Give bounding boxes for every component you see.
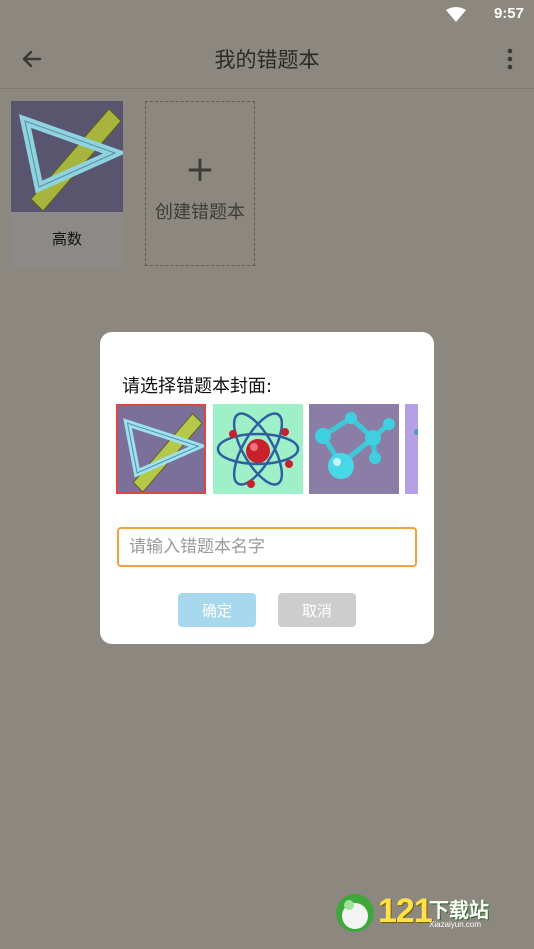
cover-option-partial[interactable]: [405, 404, 418, 494]
cover-thumbnail-icon: [405, 404, 418, 494]
molecule-icon: [309, 404, 399, 494]
green-ball-logo-icon: [336, 894, 374, 932]
atom-icon: [213, 404, 303, 494]
notebook-cover: [11, 101, 128, 212]
notebook-label: 高数: [11, 212, 123, 267]
cover-option-atom[interactable]: [213, 404, 303, 494]
cover-option-ruler[interactable]: [116, 404, 208, 494]
notebook-name-input[interactable]: [117, 527, 417, 567]
dialog-title: 请选择错题本封面:: [122, 376, 273, 397]
page-title: 我的错题本: [214, 48, 320, 72]
watermark-text: 下载站: [429, 898, 489, 922]
wifi-icon: [446, 7, 466, 22]
confirm-button[interactable]: 确定: [178, 593, 256, 627]
cover-list[interactable]: [116, 404, 418, 496]
site-watermark: 121 下载站 Xiazaiyun.com: [334, 890, 514, 940]
watermark-number: 121: [378, 892, 433, 930]
notebook-card[interactable]: 高数: [11, 101, 128, 267]
plus-icon: +: [184, 149, 216, 190]
cancel-button[interactable]: 取消: [278, 593, 356, 627]
more-vert-icon[interactable]: [500, 44, 520, 74]
watermark-subtext: Xiazaiyun.com: [429, 920, 482, 929]
ruler-triangle-icon: [11, 101, 128, 212]
app-bar: 我的错题本: [0, 30, 534, 89]
status-time: 9:57: [493, 5, 524, 22]
create-notebook-label: 创建错题本: [155, 202, 245, 223]
ruler-triangle-icon: [118, 406, 208, 493]
create-notebook-button[interactable]: + 创建错题本: [145, 101, 255, 266]
cover-option-molecule[interactable]: [309, 404, 399, 494]
status-bar: 9:57: [0, 0, 534, 30]
cover-select-dialog: 请选择错题本封面: 请输入错题本名字 确定 取消: [100, 332, 434, 644]
